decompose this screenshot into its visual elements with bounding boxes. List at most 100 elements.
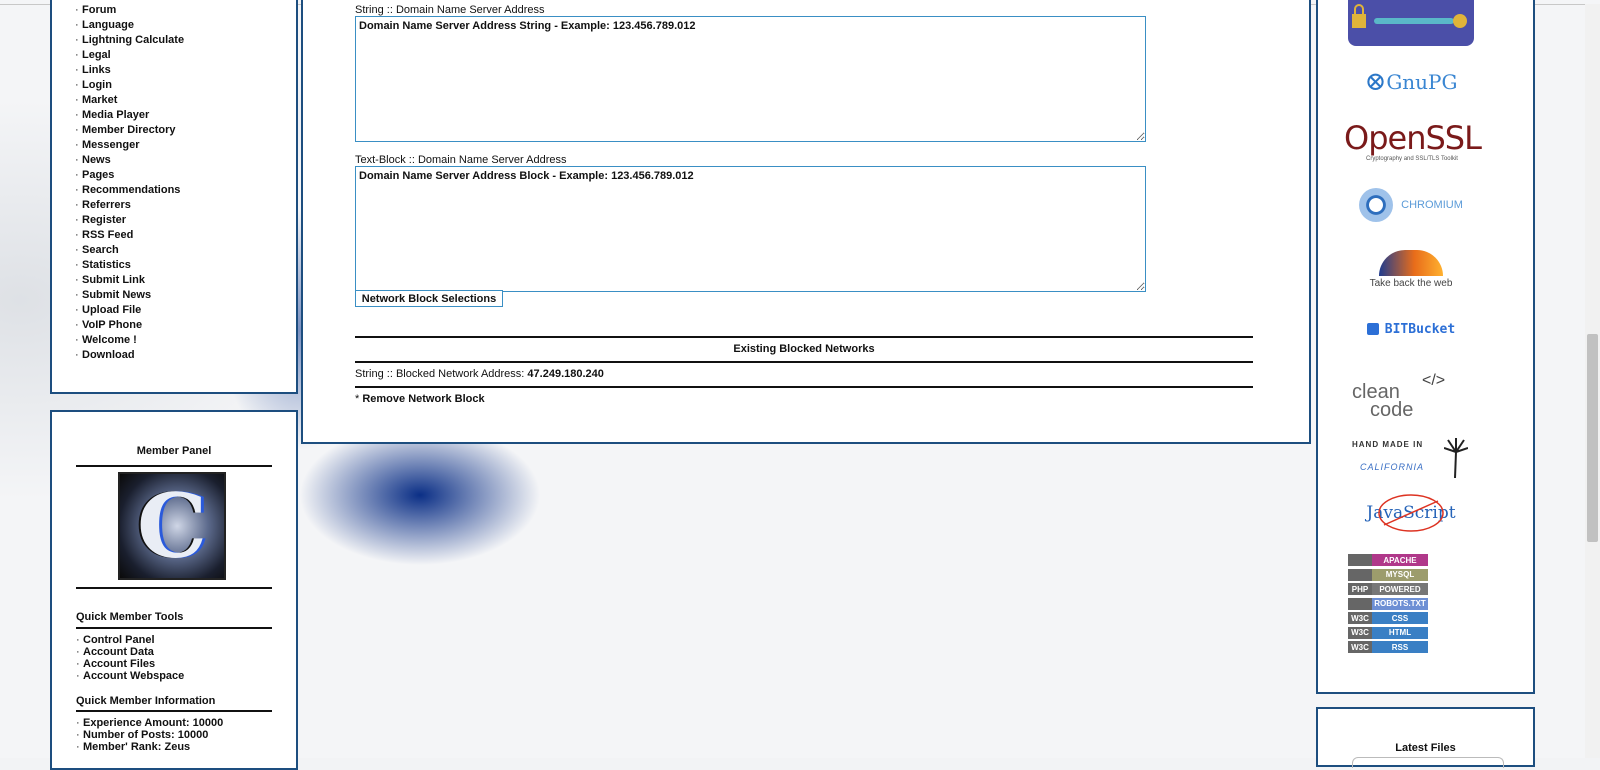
nav-link[interactable]: Member Directory	[82, 124, 176, 136]
page-scrollbar[interactable]	[1585, 4, 1600, 758]
dns-string-input[interactable]: Domain Name Server Address String - Exam…	[355, 16, 1146, 142]
bullet: ·	[75, 199, 79, 211]
standards-badge[interactable]: ROBOTS.TXT	[1348, 597, 1428, 610]
nav-link[interactable]: Recommendations	[82, 184, 180, 196]
nav-item: · VoIP Phone	[75, 318, 184, 333]
member-tool-link[interactable]: Account Data	[83, 646, 154, 658]
nav-link[interactable]: Links	[82, 64, 111, 76]
clean-code-logo[interactable]: </> clean code	[1352, 372, 1462, 420]
california-text: CALIFORNIA	[1360, 462, 1425, 472]
nav-link[interactable]: Register	[82, 214, 126, 226]
nav-link[interactable]: Legal	[82, 49, 111, 61]
nav-item: · Search	[75, 243, 184, 258]
bullet: ·	[75, 169, 79, 181]
avatar[interactable]: C	[118, 472, 226, 580]
avatar-letter: C	[136, 474, 208, 578]
chromium-text: CHROMIUM	[1401, 199, 1463, 211]
bullet: ·	[76, 729, 80, 741]
blocked-network-row: String :: Blocked Network Address: 47.24…	[355, 368, 604, 380]
bullet: ·	[75, 19, 79, 31]
hand-made-in-california-logo[interactable]: HAND MADE IN CALIFORNIA	[1352, 438, 1472, 480]
member-info-label: Number of Posts:	[83, 729, 175, 741]
remove-network-block-row: * Remove Network Block	[355, 393, 485, 405]
bullet: ·	[75, 184, 79, 196]
gnupg-logo[interactable]: ⊗ GnuPG	[1348, 62, 1474, 102]
nav-link[interactable]: Forum	[82, 4, 116, 16]
badge-left-label	[1348, 597, 1372, 610]
quick-member-tools-title: Quick Member Tools	[76, 611, 184, 623]
nav-link[interactable]: Statistics	[82, 259, 131, 271]
standards-badge[interactable]: W3C HTML	[1348, 626, 1428, 639]
bullet: ·	[75, 349, 79, 361]
member-tool-link[interactable]: Control Panel	[83, 634, 155, 646]
nav-link[interactable]: RSS Feed	[82, 229, 133, 241]
chromium-logo[interactable]: CHROMIUM	[1348, 184, 1474, 226]
latest-files-heading: Latest Files	[1395, 742, 1456, 754]
bullet: ·	[75, 109, 79, 121]
badge-right-label: HTML	[1372, 626, 1428, 639]
bullet: ·	[76, 634, 80, 646]
nav-item: · Lightning Calculate	[75, 33, 184, 48]
nav-link[interactable]: News	[82, 154, 111, 166]
nav-link[interactable]: Welcome !	[82, 334, 137, 346]
bitbucket-logo[interactable]: BITBucket	[1348, 318, 1474, 340]
nav-link[interactable]: Search	[82, 244, 119, 256]
no-javascript-logo[interactable]: JavaScript	[1348, 492, 1474, 534]
member-tool-link[interactable]: Account Webspace	[83, 670, 184, 682]
member-tool-link[interactable]: Account Files	[83, 658, 155, 670]
bullet: ·	[75, 124, 79, 136]
divider	[355, 336, 1253, 338]
nav-link[interactable]: Pages	[82, 169, 114, 181]
nav-link[interactable]: Media Player	[82, 109, 149, 121]
member-info-label: Experience Amount:	[83, 717, 190, 729]
dns-text-block-input[interactable]: Domain Name Server Address Block - Examp…	[355, 166, 1146, 292]
standards-badge[interactable]: MYSQL	[1348, 568, 1428, 581]
nav-link[interactable]: Lightning Calculate	[82, 34, 184, 46]
nav-link[interactable]: Messenger	[82, 139, 139, 151]
bullet: ·	[75, 79, 79, 91]
badge-left-label: W3C	[1348, 612, 1372, 624]
member-tool-item: · Account Data	[76, 646, 184, 658]
badge-left-label	[1348, 568, 1372, 581]
nav-item: · Member Directory	[75, 123, 184, 138]
bullet: ·	[76, 670, 80, 682]
bullet: ·	[75, 229, 79, 241]
nav-link[interactable]: VoIP Phone	[82, 319, 142, 331]
remove-network-block-link[interactable]: Remove Network Block	[362, 393, 484, 405]
member-info-value: 10000	[177, 729, 209, 741]
bullet: ·	[75, 244, 79, 256]
standards-badge[interactable]: W3C CSS	[1348, 612, 1428, 624]
member-info-item: · Experience Amount: 10000	[76, 717, 223, 729]
nav-item: · Market	[75, 93, 184, 108]
badge-right-label: RSS	[1372, 641, 1428, 653]
firefox-logo[interactable]: Take back the web	[1348, 246, 1474, 292]
openssl-logo[interactable]: OpenSSL Cryptography and SSL/TLS Toolkit	[1344, 120, 1482, 168]
network-block-selections-button[interactable]: Network Block Selections	[355, 290, 503, 307]
latest-files-box	[1352, 757, 1504, 768]
standards-badge[interactable]: APACHE	[1348, 554, 1428, 566]
nav-link[interactable]: Submit News	[82, 289, 151, 301]
member-info-item: · Number of Posts: 10000	[76, 729, 223, 741]
divider	[76, 627, 272, 629]
nav-link[interactable]: Download	[82, 349, 135, 361]
bullet: ·	[75, 34, 79, 46]
scrollbar-thumb[interactable]	[1587, 334, 1598, 542]
gnupg-text: GnuPG	[1386, 70, 1458, 94]
bullet: ·	[75, 49, 79, 61]
nav-link[interactable]: Language	[82, 19, 134, 31]
badge-left-label: PHP	[1348, 583, 1372, 595]
lock-key-logo[interactable]	[1348, 0, 1474, 46]
nav-link[interactable]: Submit Link	[82, 274, 145, 286]
nav-item: · Language	[75, 18, 184, 33]
nav-link[interactable]: Market	[82, 94, 117, 106]
nav-link[interactable]: Login	[82, 79, 112, 91]
nav-link[interactable]: Upload File	[82, 304, 141, 316]
bullet: ·	[75, 214, 79, 226]
standards-badge[interactable]: PHP POWERED	[1348, 583, 1428, 595]
bullet: ·	[75, 334, 79, 346]
bullet: ·	[75, 304, 79, 316]
member-info-item: · Member' Rank: Zeus	[76, 741, 223, 753]
standards-badge[interactable]: W3C RSS	[1348, 641, 1428, 653]
nav-link[interactable]: Referrers	[82, 199, 131, 211]
divider	[355, 386, 1253, 388]
